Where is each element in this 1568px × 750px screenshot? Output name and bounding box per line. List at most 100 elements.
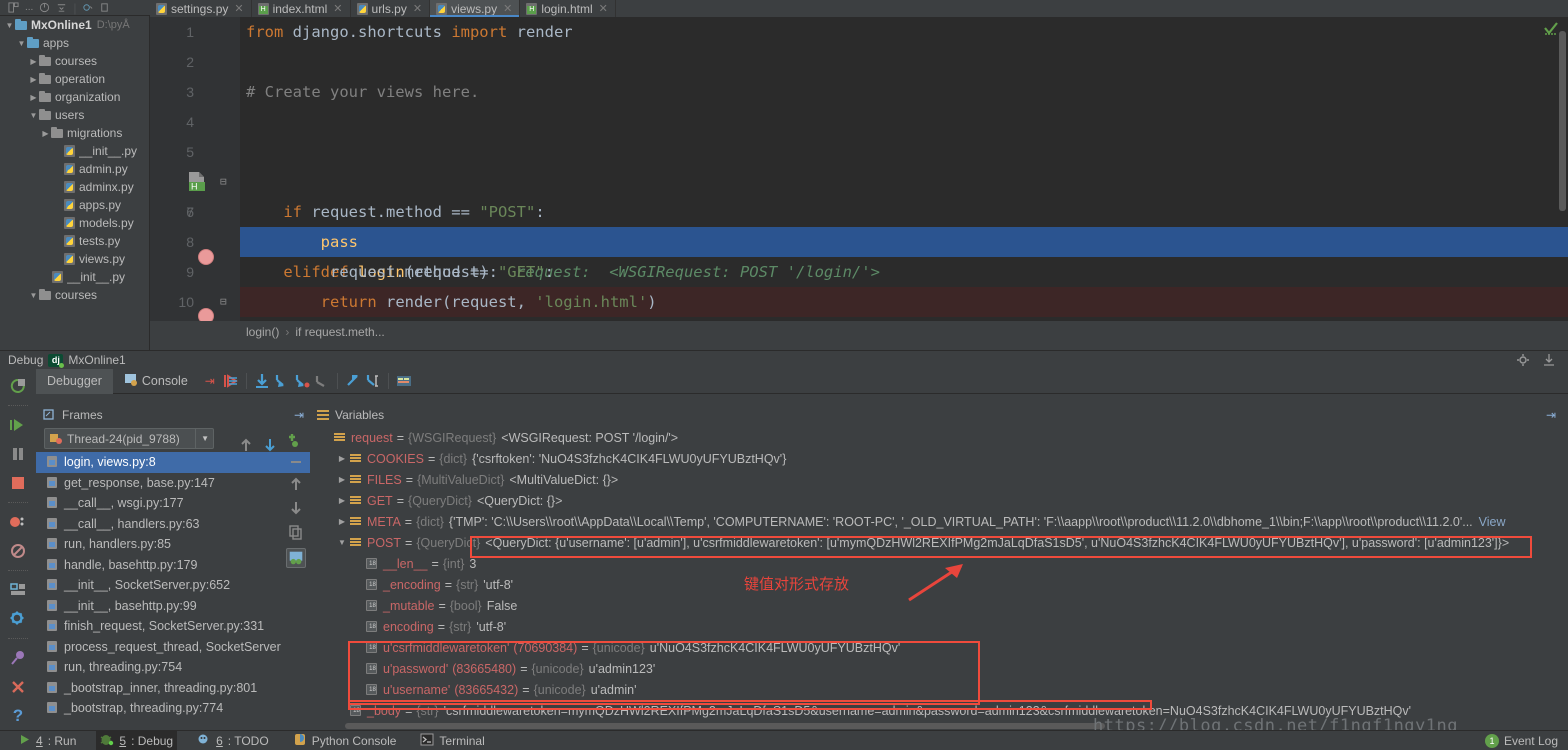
code-line[interactable]: 3 # Create your views here. [186,77,1568,107]
breadcrumb-function[interactable]: login() [246,325,279,339]
chevron-right-icon[interactable]: ▶ [28,93,39,102]
mute-breakpoints-icon[interactable] [394,371,414,391]
resume-program-icon[interactable] [6,413,30,437]
event-log-button[interactable]: 1 Event Log [1484,733,1568,748]
run-to-cursor-icon[interactable] [343,371,363,391]
status-bar-item[interactable]: Python Console [289,731,401,750]
settings-layout-icon[interactable] [6,578,30,602]
sync-icon[interactable] [39,2,50,13]
tree-node[interactable]: ▼ apps [0,34,149,52]
frame-down-icon[interactable] [263,437,277,453]
mute-breakpoints-icon[interactable] [6,539,30,563]
debug-tab[interactable]: Debugger [36,368,113,394]
variable-row[interactable]: · u'csrfmiddlewaretoken'(70690384)={unico… [310,637,1568,658]
code-editor[interactable]: 1 from django.shortcuts import render 2 3… [150,17,1568,321]
tree-node[interactable]: · __init__.py [0,142,149,160]
chevron-right-icon[interactable]: ▶ [334,517,350,526]
close-tab-icon[interactable]: ✕ [234,2,243,15]
frame-row[interactable]: get_response, base.py:147 [36,473,310,494]
status-bar-item[interactable]: 6: TODO [193,731,273,750]
variables-settings-icon[interactable]: ⇥ [1546,408,1568,422]
code-line[interactable]: 10 ⊟ return render(request, 'login.html') [178,287,1568,317]
copy-icon[interactable] [288,524,304,540]
frame-up-icon[interactable] [239,437,253,453]
variables-horizontal-scrollbar[interactable] [345,723,1105,729]
move-down-icon[interactable] [288,500,304,516]
variable-row[interactable]: ▼ POST = {QueryDict} <QueryDict: {u'username… [310,532,1568,553]
tree-node[interactable]: · adminx.py [0,178,149,196]
variable-row[interactable]: · request={WSGIRequest} <WSGIRequest: POST… [310,427,1568,448]
close-tab-icon[interactable]: ✕ [413,2,422,15]
hide-window-icon[interactable] [1542,353,1556,367]
remove-watch-icon[interactable] [288,456,304,468]
editor-tab[interactable]: views.py ✕ [430,0,521,17]
view-value-link[interactable]: View [1479,515,1506,529]
tree-node[interactable]: · admin.py [0,160,149,178]
show-references-icon[interactable] [286,548,306,568]
tree-node[interactable]: ▼ MxOnline1 D:\pyÅ [0,16,149,34]
chevron-down-icon[interactable]: ▼ [16,39,27,48]
rerun-icon[interactable] [6,374,30,398]
tree-node[interactable]: ▼ courses [0,286,149,304]
step-into-icon[interactable] [272,371,292,391]
frame-row[interactable]: __init__, basehttp.py:99 [36,596,310,617]
code-line-current[interactable]: 8 pass [186,227,1568,257]
view-breakpoints-icon[interactable] [6,510,30,534]
code-line[interactable]: 5 [186,137,1568,167]
variable-row[interactable]: ▶ COOKIES = {dict} {'csrftoken': 'NuO4S3fzhc… [310,448,1568,469]
tree-node[interactable]: ▶ courses [0,52,149,70]
frame-row[interactable]: __call__, handlers.py:63 [36,514,310,535]
thread-selector[interactable]: Thread-24(pid_9788) ▼ [44,428,214,449]
chevron-right-icon[interactable]: ▶ [28,57,39,66]
breakpoint-icon[interactable] [198,249,214,265]
tree-node[interactable]: ▶ operation [0,70,149,88]
close-tab-icon[interactable]: ✕ [599,2,608,15]
breadcrumb[interactable]: login() › if request.meth... [150,321,1568,342]
chevron-down-icon[interactable]: ▼ [195,429,209,448]
tree-node[interactable]: ▶ organization [0,88,149,106]
gear-icon[interactable] [82,2,93,13]
settings-gear-icon[interactable] [6,607,30,631]
frame-row[interactable]: __call__, wsgi.py:177 [36,493,310,514]
tree-node[interactable]: · tests.py [0,232,149,250]
frame-row[interactable]: process_request_thread, SocketServer [36,637,310,658]
debug-tab[interactable]: Console [113,369,199,394]
frame-row[interactable]: __init__, SocketServer.py:652 [36,575,310,596]
pause-program-icon[interactable] [6,442,30,466]
frames-settings-icon[interactable]: ⇥ [294,408,310,422]
chevron-right-icon[interactable]: ▶ [334,454,350,463]
evaluate-expression-icon[interactable] [363,371,383,391]
breadcrumb-statement[interactable]: if request.meth... [295,325,384,339]
project-structure-icon[interactable] [8,2,19,13]
tree-node[interactable]: · apps.py [0,196,149,214]
chevron-down-icon[interactable]: ▼ [334,538,350,547]
close-tab-icon[interactable]: ✕ [503,2,512,15]
chevron-right-icon[interactable]: ▶ [40,129,51,138]
project-tool-window[interactable]: ▼ MxOnline1 D:\pyÅ ▼ apps ▶ courses ▶ operation ▶… [0,16,150,352]
editor-tab[interactable]: settings.py ✕ [150,0,252,17]
tree-node[interactable]: · views.py [0,250,149,268]
frame-row[interactable]: _bootstrap_inner, threading.py:801 [36,678,310,699]
frame-row[interactable]: handle, basehttp.py:179 [36,555,310,576]
frame-row[interactable]: run, handlers.py:85 [36,534,310,555]
frame-row[interactable]: run, threading.py:754 [36,657,310,678]
step-over-icon[interactable] [252,371,272,391]
status-bar-item[interactable]: 4: Run [14,731,80,750]
variable-row[interactable]: · encoding={str} 'utf-8' [310,616,1568,637]
chevron-down-icon[interactable]: ▼ [4,21,15,30]
tree-node[interactable]: · __init__.py [0,268,149,286]
html-template-gutter-icon[interactable]: H [188,172,205,192]
editor-tab[interactable]: login.html ✕ [520,0,616,17]
chevron-right-icon[interactable]: ▶ [334,496,350,505]
code-line[interactable]: 9 elif request.method == "GET": [186,257,1568,287]
variable-row[interactable]: · u'username'(83665432)={unicode} u'admin' [310,679,1568,700]
code-line[interactable]: 7 if request.method == "POST": [186,197,1568,227]
collapse-all-icon[interactable] [56,2,67,13]
show-execution-point-icon[interactable] [221,371,241,391]
hide-panel-icon[interactable] [99,2,110,13]
variable-row[interactable]: ▶ FILES = {MultiValueDict} <MultiValueDict: … [310,469,1568,490]
debug-tabs-pin-icon[interactable]: ⇥ [199,374,221,388]
frame-row[interactable]: _bootstrap, threading.py:774 [36,698,310,719]
code-line[interactable]: 4 [186,107,1568,137]
status-bar-item[interactable]: Terminal [416,731,488,750]
